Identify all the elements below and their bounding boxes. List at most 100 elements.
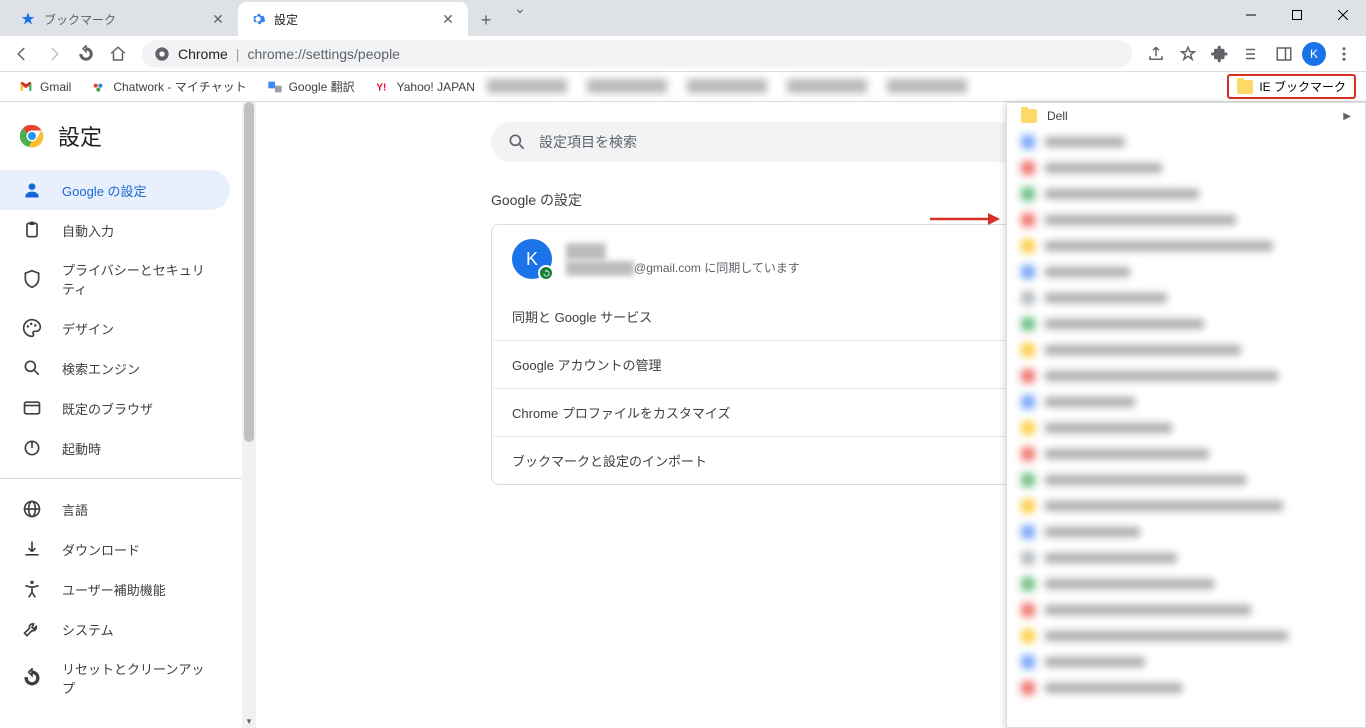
close-icon[interactable]: ✕: [210, 11, 226, 27]
dropdown-item-blurred[interactable]: [1007, 597, 1365, 623]
profile-avatar-button[interactable]: K: [1302, 42, 1326, 66]
share-icon[interactable]: [1142, 40, 1170, 68]
chrome-logo-icon: [20, 124, 44, 148]
close-icon[interactable]: ✕: [440, 11, 456, 27]
tab-title: 設定: [274, 11, 432, 28]
url-separator: |: [236, 46, 240, 62]
sidebar-item-wrench[interactable]: システム: [0, 609, 230, 649]
menu-icon[interactable]: [1330, 40, 1358, 68]
close-window-button[interactable]: [1320, 0, 1366, 30]
sidebar-item-label: 起動時: [62, 439, 101, 458]
sidebar-item-power[interactable]: 起動時: [0, 428, 230, 468]
sidebar-item-label: リセットとクリーンアップ: [62, 659, 208, 697]
bookmark-yahoo[interactable]: Y! Yahoo! JAPAN: [367, 75, 483, 99]
sidebar-item-palette[interactable]: デザイン: [0, 308, 230, 348]
dropdown-item-blurred[interactable]: [1007, 311, 1365, 337]
bookmark-folder-ie[interactable]: IE ブックマーク: [1227, 74, 1356, 99]
gear-icon: [250, 11, 266, 27]
dropdown-item-blurred[interactable]: [1007, 155, 1365, 181]
dropdown-item-blurred[interactable]: [1007, 493, 1365, 519]
dropdown-item-blurred[interactable]: [1007, 285, 1365, 311]
dropdown-item-blurred[interactable]: [1007, 233, 1365, 259]
sidebar-item-search[interactable]: 検索エンジン: [0, 348, 230, 388]
svg-text:Y!: Y!: [376, 82, 386, 93]
bookmark-label: Google 翻訳: [289, 78, 355, 95]
bookmark-folder-dropdown: Dell ▶: [1006, 102, 1366, 728]
dropdown-item-blurred[interactable]: [1007, 337, 1365, 363]
back-button[interactable]: [8, 40, 36, 68]
sidebar-item-browser[interactable]: 既定のブラウザ: [0, 388, 230, 428]
content: 設定 Google の設定自動入力プライバシーとセキュリティデザイン検索エンジン…: [0, 102, 1366, 728]
tab-search-caret[interactable]: ⌄: [500, 0, 540, 17]
dropdown-item-blurred[interactable]: [1007, 389, 1365, 415]
tab-bookmarks[interactable]: ブックマーク ✕: [8, 2, 238, 36]
scrollbar-thumb[interactable]: [244, 102, 254, 442]
sidebar-item-clipboard[interactable]: 自動入力: [0, 210, 230, 250]
chrome-icon: [154, 46, 170, 62]
bookmark-label: Gmail: [40, 80, 71, 94]
star-icon: [20, 11, 36, 27]
dropdown-item-blurred[interactable]: [1007, 649, 1365, 675]
minimize-button[interactable]: [1228, 0, 1274, 30]
maximize-button[interactable]: [1274, 0, 1320, 30]
sidebar-item-person[interactable]: Google の設定: [0, 170, 230, 210]
sidebar-item-download[interactable]: ダウンロード: [0, 529, 230, 569]
toolbar: Chrome | chrome://settings/people K: [0, 36, 1366, 72]
bookmark-gtranslate[interactable]: Google 翻訳: [259, 74, 363, 99]
sidebar-item-label: 検索エンジン: [62, 359, 140, 378]
dropdown-item-blurred[interactable]: [1007, 519, 1365, 545]
reload-button[interactable]: [72, 40, 100, 68]
dropdown-item-blurred[interactable]: [1007, 675, 1365, 701]
dropdown-item-blurred[interactable]: [1007, 259, 1365, 285]
dropdown-item-blurred[interactable]: [1007, 571, 1365, 597]
titlebar: ブックマーク ✕ 設定 ✕ + ⌄: [0, 0, 1366, 36]
address-bar[interactable]: Chrome | chrome://settings/people: [142, 40, 1132, 68]
sidebar-scrollbar[interactable]: ▾: [242, 102, 256, 728]
reading-list-icon[interactable]: [1238, 40, 1266, 68]
tab-settings[interactable]: 設定 ✕: [238, 2, 468, 36]
settings-header: 設定: [0, 102, 242, 170]
gmail-icon: [18, 79, 34, 95]
new-tab-button[interactable]: +: [472, 6, 500, 34]
dropdown-item-blurred[interactable]: [1007, 467, 1365, 493]
clipboard-icon: [22, 220, 42, 240]
sidebar-item-shield[interactable]: プライバシーとセキュリティ: [0, 250, 230, 308]
dropdown-item-blurred[interactable]: [1007, 441, 1365, 467]
profile-avatar: K: [512, 239, 552, 279]
scroll-down-icon[interactable]: ▾: [242, 714, 256, 728]
folder-icon: [1237, 80, 1253, 94]
bookmark-chatwork[interactable]: Chatwork - マイチャット: [83, 74, 254, 99]
search-icon: [22, 358, 42, 378]
extensions-icon[interactable]: [1206, 40, 1234, 68]
download-icon: [22, 539, 42, 559]
dropdown-item-blurred[interactable]: [1007, 545, 1365, 571]
sidebar-item-globe[interactable]: 言語: [0, 489, 230, 529]
home-button[interactable]: [104, 40, 132, 68]
dropdown-folder-dell[interactable]: Dell ▶: [1007, 103, 1365, 129]
search-placeholder: 設定項目を検索: [539, 132, 637, 152]
sidebar-item-restore[interactable]: リセットとクリーンアップ: [0, 649, 230, 707]
nav-divider: [0, 478, 242, 479]
power-icon: [22, 438, 42, 458]
tab-strip: ブックマーク ✕ 設定 ✕ +: [0, 0, 500, 36]
dropdown-item-blurred[interactable]: [1007, 181, 1365, 207]
translate-icon: [267, 79, 283, 95]
bookmark-star-icon[interactable]: [1174, 40, 1202, 68]
bookmarks-bar: Gmail Chatwork - マイチャット Google 翻訳 Y! Yah…: [0, 72, 1366, 102]
side-panel-icon[interactable]: [1270, 40, 1298, 68]
search-icon: [507, 132, 527, 152]
dropdown-item-blurred[interactable]: [1007, 363, 1365, 389]
bookmark-label: Yahoo! JAPAN: [397, 80, 475, 94]
dropdown-item-blurred[interactable]: [1007, 129, 1365, 155]
bookmark-gmail[interactable]: Gmail: [10, 75, 79, 99]
tab-title: ブックマーク: [44, 11, 202, 28]
dropdown-item-blurred[interactable]: [1007, 623, 1365, 649]
dropdown-item-blurred[interactable]: [1007, 415, 1365, 441]
folder-label: IE ブックマーク: [1259, 78, 1346, 95]
restore-icon: [22, 668, 42, 688]
sidebar-item-label: デザイン: [62, 319, 114, 338]
dropdown-item-blurred[interactable]: [1007, 207, 1365, 233]
sidebar-item-accessibility[interactable]: ユーザー補助機能: [0, 569, 230, 609]
forward-button[interactable]: [40, 40, 68, 68]
person-icon: [22, 180, 42, 200]
